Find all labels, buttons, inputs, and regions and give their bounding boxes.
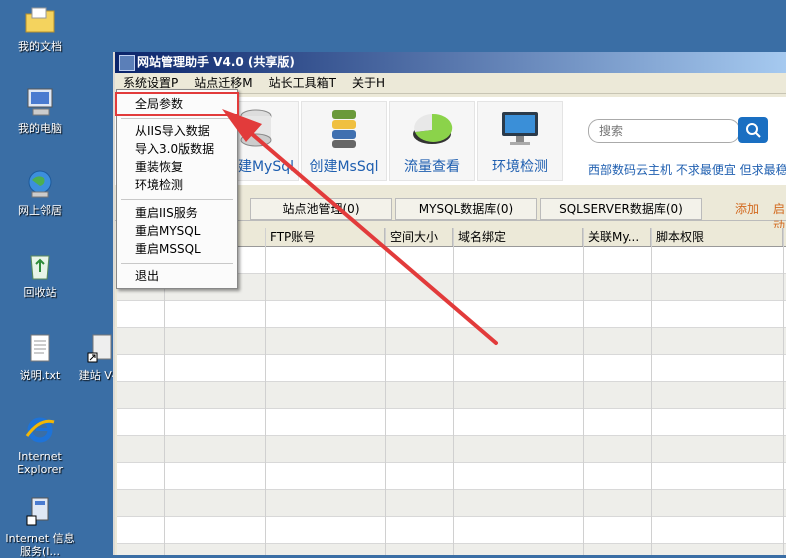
database-stack-icon xyxy=(322,106,366,150)
database-icon xyxy=(234,106,278,150)
iis-icon xyxy=(24,496,56,528)
tab-sqlserver[interactable]: SQLSERVER数据库(0) xyxy=(540,198,702,220)
column-header-ftp[interactable]: FTP账号 xyxy=(265,228,385,246)
menu-item-import-v3[interactable]: 导入3.0版数据 xyxy=(135,141,214,157)
ad-link[interactable]: 西部数码云主机 不求最便宜 但求最稳 xyxy=(588,161,786,178)
desktop-icon-label: Internet Explorer xyxy=(17,450,63,476)
search-icon xyxy=(746,123,761,138)
column-divider xyxy=(783,228,784,555)
table-row[interactable] xyxy=(117,409,786,436)
desktop-icon-label: Internet 信息服务(I... xyxy=(5,532,75,558)
desktop-icon-my-computer[interactable]: 我的电脑 xyxy=(0,86,80,135)
computer-icon xyxy=(24,86,56,118)
column-header-script-perms[interactable]: 脚本权限 xyxy=(651,228,783,246)
tab-site-pool[interactable]: 站点池管理(0) xyxy=(250,198,392,220)
table-row[interactable] xyxy=(117,301,786,328)
toolbar-button-label: 创建MsSql xyxy=(309,159,379,175)
text-file-icon xyxy=(24,333,56,365)
table-row[interactable] xyxy=(117,544,786,555)
monitor-icon xyxy=(498,106,542,150)
desktop-icon-my-documents[interactable]: 我的文档 xyxy=(0,4,80,53)
menu-item-restart-mysql[interactable]: 重启MYSQL xyxy=(135,223,200,239)
column-header-space[interactable]: 空间大小 xyxy=(385,228,453,246)
menu-separator xyxy=(121,118,233,119)
internet-explorer-icon xyxy=(24,414,56,446)
desktop-icon-label: 我的电脑 xyxy=(18,122,62,135)
environment-check-button[interactable]: 环境检测 xyxy=(477,101,563,181)
desktop-icon-label: 回收站 xyxy=(23,286,57,299)
column-divider xyxy=(651,228,652,555)
menu-item-global-params[interactable]: 全局参数 xyxy=(135,96,183,112)
column-divider xyxy=(583,228,584,555)
search-button[interactable] xyxy=(738,117,768,143)
window-title: 网站管理助手 V4.0 (共享版) xyxy=(137,55,295,69)
menu-item-reinstall-restore[interactable]: 重装恢复 xyxy=(135,159,183,175)
tab-mysql[interactable]: MYSQL数据库(0) xyxy=(395,198,537,220)
search-input[interactable] xyxy=(597,123,731,139)
desktop-icon-recycle-bin[interactable]: 回收站 xyxy=(0,250,80,299)
menu-item-restart-iis[interactable]: 重启IIS服务 xyxy=(135,205,198,221)
table-row[interactable] xyxy=(117,382,786,409)
menu-item-restart-mssql[interactable]: 重启MSSQL xyxy=(135,241,201,257)
toolbar-button-label: 环境检测 xyxy=(492,159,548,175)
desktop-icon-network[interactable]: 网上邻居 xyxy=(0,168,80,217)
recycle-bin-icon xyxy=(24,250,56,282)
table-row[interactable] xyxy=(117,328,786,355)
table-row[interactable] xyxy=(117,463,786,490)
desktop-icon-label: 我的文档 xyxy=(18,40,62,53)
traffic-view-button[interactable]: 流量查看 xyxy=(389,101,475,181)
create-mssql-button[interactable]: 创建MsSql xyxy=(301,101,387,181)
menu-webmaster-tools[interactable]: 站长工具箱T xyxy=(261,73,344,93)
title-bar[interactable]: 网站管理助手 V4.0 (共享版) xyxy=(115,52,786,73)
folder-icon xyxy=(24,4,56,36)
menu-item-environment-check[interactable]: 环境检测 xyxy=(135,177,183,193)
column-header-domain[interactable]: 域名绑定 xyxy=(453,228,583,246)
menu-about[interactable]: 关于H xyxy=(344,73,393,93)
table-row[interactable] xyxy=(117,436,786,463)
globe-icon xyxy=(24,168,56,200)
menu-separator xyxy=(121,263,233,264)
menu-separator xyxy=(121,199,233,200)
app-icon xyxy=(119,55,135,71)
desktop-icon-iis[interactable]: Internet 信息服务(I... xyxy=(0,496,80,558)
column-divider xyxy=(453,228,454,555)
toolbar-button-label: 流量查看 xyxy=(404,159,460,175)
search-box xyxy=(588,119,740,143)
column-header-linked-mysql[interactable]: 关联My... xyxy=(583,228,651,246)
pie-chart-icon xyxy=(410,106,454,150)
table-row[interactable] xyxy=(117,490,786,517)
table-row[interactable] xyxy=(117,355,786,382)
column-divider xyxy=(265,228,266,555)
table-row[interactable] xyxy=(117,517,786,544)
desktop-icon-label: 网上邻居 xyxy=(18,204,62,217)
desktop-icon-ie[interactable]: Internet Explorer xyxy=(0,414,80,476)
menu-item-import-iis[interactable]: 从IIS导入数据 xyxy=(135,123,210,139)
system-settings-dropdown: 全局参数 从IIS导入数据 导入3.0版数据 重装恢复 环境检测 重启IIS服务… xyxy=(115,89,239,289)
add-button[interactable]: 添加 xyxy=(735,200,759,217)
column-divider xyxy=(385,228,386,555)
menu-item-exit[interactable]: 退出 xyxy=(135,268,159,284)
